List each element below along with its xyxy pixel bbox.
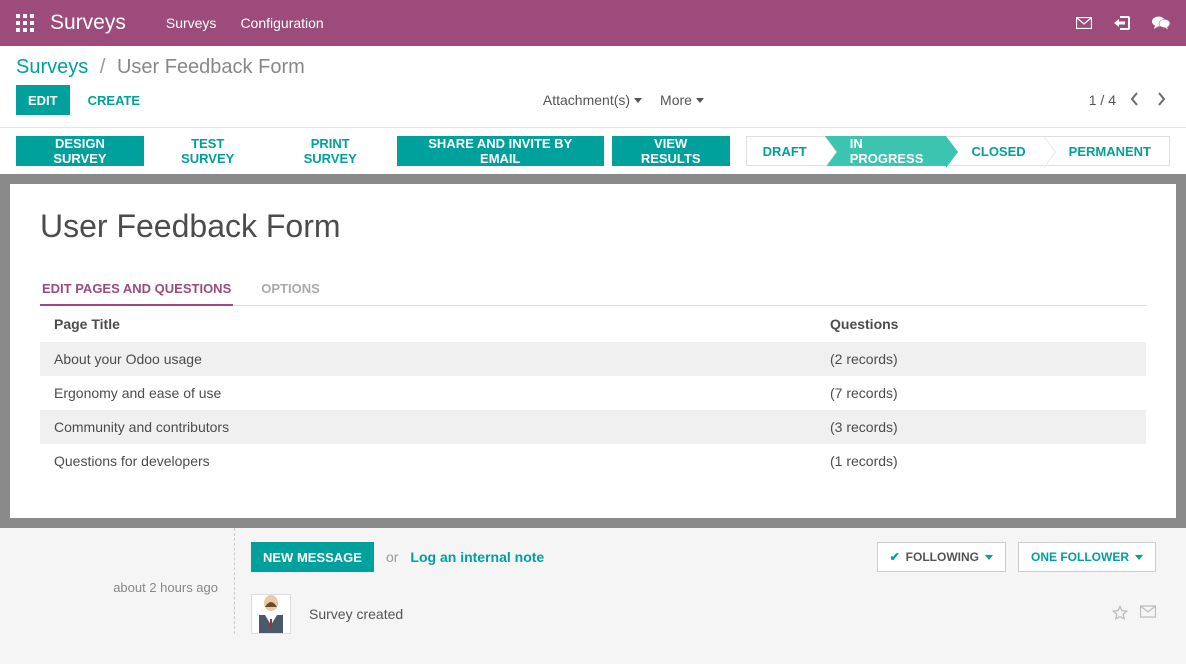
apps-grid-icon[interactable] — [16, 14, 34, 32]
tab-options[interactable]: OPTIONS — [259, 273, 322, 306]
status-closed[interactable]: CLOSED — [946, 136, 1043, 166]
cell-questions: (7 records) — [816, 376, 1146, 410]
breadcrumb-separator: / — [100, 56, 106, 78]
log-internal-note-link[interactable]: Log an internal note — [410, 549, 544, 565]
print-survey-button[interactable]: PRINT SURVEY — [272, 136, 389, 166]
breadcrumb: Surveys / User Feedback Form — [16, 56, 305, 79]
or-label: or — [386, 549, 398, 565]
table-row[interactable]: Ergonomy and ease of use (7 records) — [40, 376, 1146, 410]
breadcrumb-root[interactable]: Surveys — [16, 56, 88, 78]
more-dropdown[interactable]: More — [660, 92, 704, 108]
table-row[interactable]: About your Odoo usage (2 records) — [40, 342, 1146, 376]
nav-configuration[interactable]: Configuration — [240, 15, 323, 31]
pager: 1 / 4 — [1089, 88, 1170, 113]
login-icon[interactable] — [1114, 16, 1130, 30]
new-message-button[interactable]: NEW MESSAGE — [251, 542, 374, 572]
message-text: Survey created — [309, 606, 403, 622]
more-label: More — [660, 92, 692, 108]
create-button[interactable]: CREATE — [76, 85, 152, 115]
caret-down-icon — [1135, 555, 1143, 560]
avatar[interactable] — [251, 594, 291, 634]
cell-page-title: Questions for developers — [40, 444, 816, 478]
cell-page-title: Community and contributors — [40, 410, 816, 444]
pager-text: 1 / 4 — [1089, 92, 1116, 108]
form-sheet-wrap: User Feedback Form EDIT PAGES AND QUESTI… — [0, 174, 1186, 528]
cell-page-title: About your Odoo usage — [40, 342, 816, 376]
attachments-dropdown[interactable]: Attachment(s) — [543, 92, 642, 108]
pager-prev[interactable] — [1126, 88, 1143, 113]
cell-questions: (2 records) — [816, 342, 1146, 376]
form-sheet: User Feedback Form EDIT PAGES AND QUESTI… — [10, 184, 1176, 518]
edit-button[interactable]: EDIT — [16, 85, 70, 115]
followers-label: ONE FOLLOWER — [1031, 550, 1129, 564]
action-bar: DESIGN SURVEY TEST SURVEY PRINT SURVEY S… — [0, 128, 1186, 174]
status-permanent[interactable]: PERMANENT — [1044, 136, 1170, 166]
followers-button[interactable]: ONE FOLLOWER — [1018, 542, 1156, 572]
star-icon[interactable] — [1112, 605, 1128, 624]
pages-table: Page Title Questions About your Odoo usa… — [40, 306, 1146, 478]
share-invite-button[interactable]: SHARE AND INVITE BY EMAIL — [397, 136, 604, 166]
table-row[interactable]: Community and contributors (3 records) — [40, 410, 1146, 444]
message-timestamp: about 2 hours ago — [113, 580, 218, 595]
col-questions: Questions — [816, 306, 1146, 342]
status-bar: DRAFT IN PROGRESS CLOSED PERMANENT — [746, 136, 1170, 166]
mail-icon[interactable] — [1076, 17, 1092, 29]
attachments-label: Attachment(s) — [543, 92, 630, 108]
chatter-timeline: about 2 hours ago — [0, 528, 235, 634]
status-in-progress[interactable]: IN PROGRESS — [825, 136, 947, 166]
form-title: User Feedback Form — [40, 208, 1146, 245]
reply-mail-icon[interactable] — [1140, 605, 1156, 624]
topbar: Surveys Surveys Configuration — [0, 0, 1186, 46]
following-button[interactable]: ✔ FOLLOWING — [877, 542, 1006, 572]
chatter-toolbar: NEW MESSAGE or Log an internal note ✔ FO… — [251, 542, 1156, 572]
app-brand[interactable]: Surveys — [50, 11, 126, 35]
chat-icon[interactable] — [1152, 16, 1170, 30]
check-icon: ✔ — [890, 550, 900, 564]
cell-questions: (3 records) — [816, 410, 1146, 444]
controls-row: EDIT CREATE Attachment(s) More 1 / 4 — [0, 85, 1186, 127]
caret-down-icon — [634, 98, 642, 103]
caret-down-icon — [985, 555, 993, 560]
col-page-title: Page Title — [40, 306, 816, 342]
design-survey-button[interactable]: DESIGN SURVEY — [16, 136, 144, 166]
view-results-button[interactable]: VIEW RESULTS — [612, 136, 730, 166]
following-label: FOLLOWING — [906, 550, 979, 564]
pager-next[interactable] — [1153, 88, 1170, 113]
chatter: about 2 hours ago NEW MESSAGE or Log an … — [0, 528, 1186, 664]
cell-page-title: Ergonomy and ease of use — [40, 376, 816, 410]
test-survey-button[interactable]: TEST SURVEY — [152, 136, 264, 166]
cell-questions: (1 records) — [816, 444, 1146, 478]
caret-down-icon — [696, 98, 704, 103]
tab-edit-pages[interactable]: EDIT PAGES AND QUESTIONS — [40, 273, 233, 306]
table-row[interactable]: Questions for developers (1 records) — [40, 444, 1146, 478]
message-item: Survey created — [251, 594, 1156, 634]
breadcrumb-row: Surveys / User Feedback Form — [0, 46, 1186, 85]
tabs: EDIT PAGES AND QUESTIONS OPTIONS — [40, 273, 1146, 306]
status-draft[interactable]: DRAFT — [746, 136, 825, 166]
breadcrumb-current: User Feedback Form — [117, 56, 305, 78]
nav-surveys[interactable]: Surveys — [166, 15, 217, 31]
